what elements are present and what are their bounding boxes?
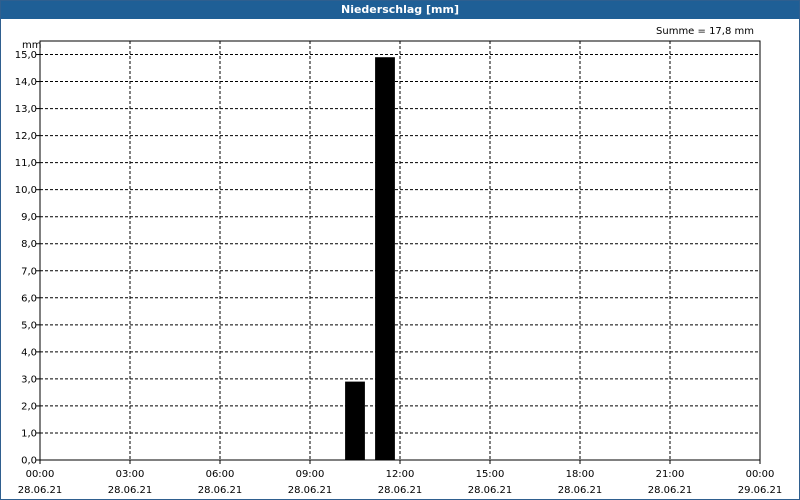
x-tick-date-label: 28.06.21 bbox=[378, 485, 423, 496]
precipitation-bar bbox=[375, 57, 395, 460]
x-tick-time-label: 00:00 bbox=[26, 469, 55, 480]
precipitation-chart: 0,0 1,0 2,0 3,0 4,0 5,0 6,0 7,0 8,0 9,0 10,0 11,0 12… bbox=[15, 26, 783, 496]
x-tick-time-label: 15:00 bbox=[476, 469, 505, 480]
y-tick-label: 0,0 bbox=[21, 456, 37, 467]
x-tick-time-label: 00:00 bbox=[746, 469, 775, 480]
y-tick-label: 6,0 bbox=[21, 293, 37, 304]
precipitation-bar bbox=[345, 381, 365, 460]
y-tick-label: 7,0 bbox=[21, 266, 37, 277]
y-tick-label: 9,0 bbox=[21, 212, 37, 223]
x-tick-date-label: 28.06.21 bbox=[288, 485, 333, 496]
y-tick-label: 15,0 bbox=[15, 50, 37, 61]
y-tick-label: 2,0 bbox=[21, 401, 37, 412]
y-tick-label: 11,0 bbox=[15, 158, 37, 169]
y-axis-ticks: 0,0 1,0 2,0 3,0 4,0 5,0 6,0 7,0 8,0 9,0 10,0 11,0 12… bbox=[15, 50, 40, 467]
y-axis-label: mm bbox=[22, 40, 41, 51]
y-tick-label: 3,0 bbox=[21, 374, 37, 385]
y-tick-label: 14,0 bbox=[15, 77, 37, 88]
y-tick-label: 12,0 bbox=[15, 131, 37, 142]
bar-series bbox=[345, 57, 395, 460]
x-tick-time-label: 09:00 bbox=[296, 469, 325, 480]
x-tick-time-label: 03:00 bbox=[116, 469, 145, 480]
x-tick-time-label: 21:00 bbox=[656, 469, 685, 480]
grid-lines bbox=[40, 41, 760, 460]
x-tick-date-label: 28.06.21 bbox=[18, 485, 63, 496]
x-tick-date-label: 28.06.21 bbox=[648, 485, 693, 496]
y-tick-label: 5,0 bbox=[21, 320, 37, 331]
x-tick-date-label: 28.06.21 bbox=[468, 485, 513, 496]
y-tick-label: 10,0 bbox=[15, 185, 37, 196]
x-tick-date-label: 28.06.21 bbox=[558, 485, 603, 496]
y-tick-label: 13,0 bbox=[15, 104, 37, 115]
x-tick-date-label: 29.06.21 bbox=[738, 485, 783, 496]
x-axis-ticks: 00:00 28.06.21 03:00 28.06.21 06:00 28.06.21 0… bbox=[18, 460, 783, 496]
x-tick-date-label: 28.06.21 bbox=[198, 485, 243, 496]
x-tick-date-label: 28.06.21 bbox=[108, 485, 153, 496]
y-tick-label: 4,0 bbox=[21, 347, 37, 358]
x-tick-time-label: 12:00 bbox=[386, 469, 415, 480]
y-tick-label: 1,0 bbox=[21, 428, 37, 439]
y-tick-label: 8,0 bbox=[21, 239, 37, 250]
x-tick-time-label: 06:00 bbox=[206, 469, 235, 480]
x-tick-time-label: 18:00 bbox=[566, 469, 595, 480]
sum-annotation: Summe = 17,8 mm bbox=[656, 26, 754, 37]
